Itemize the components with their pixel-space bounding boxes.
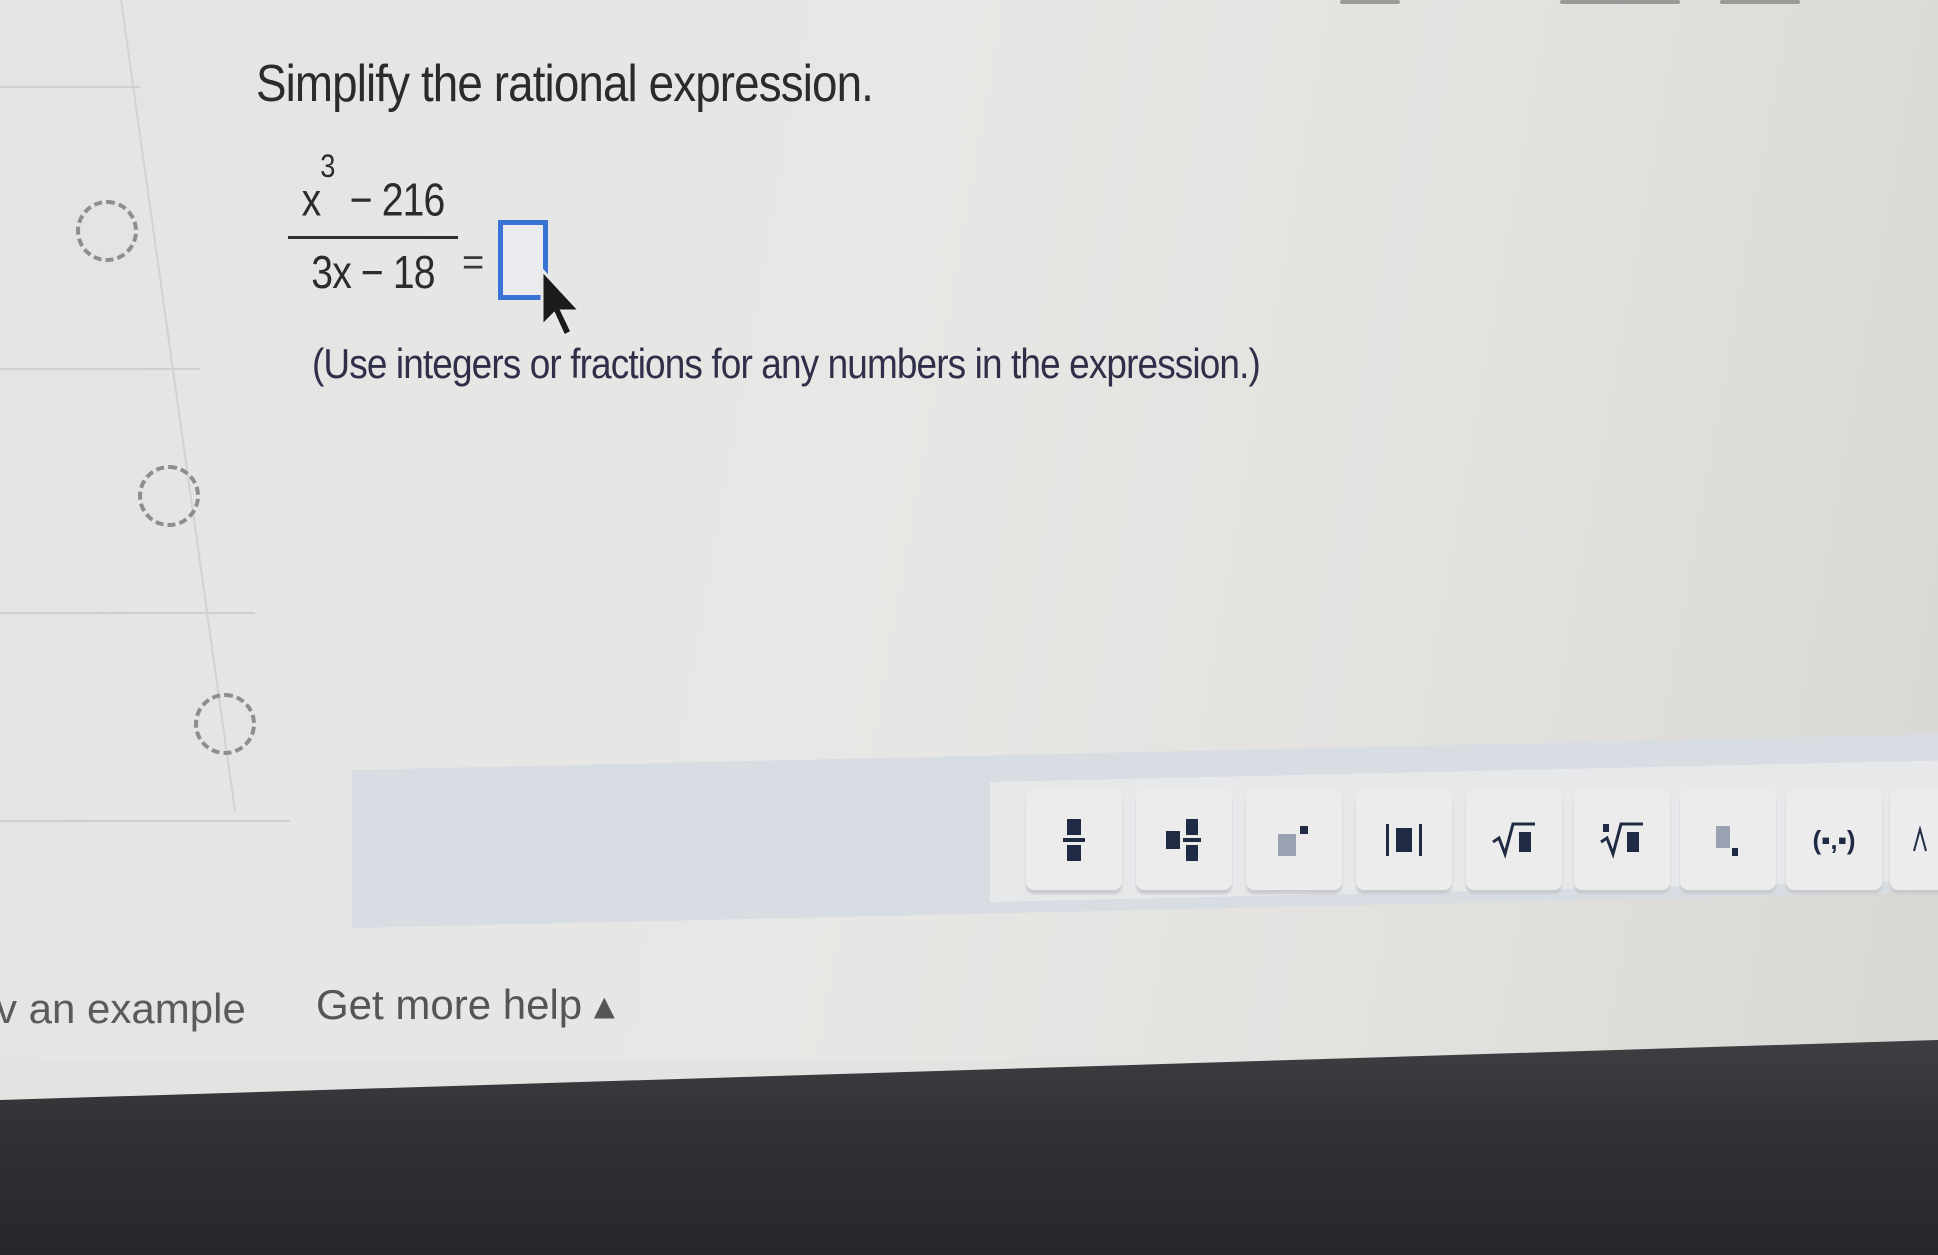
numerator: x3 − 216 [301,148,446,236]
question-status-icon[interactable] [76,200,138,262]
equals-sign: = [462,242,485,284]
nth-root-button[interactable] [1574,790,1670,890]
rail-divider [0,820,290,822]
question-rail-edge [120,0,237,813]
fraction-bar [288,236,458,239]
absolute-value-icon [1386,824,1422,856]
chevron-up-icon [1913,825,1927,852]
rational-expression: x3 − 216 3x − 18 [288,148,458,299]
numerator-base: x [301,173,322,226]
numerator-rest: − 216 [339,173,446,226]
square-root-button[interactable] [1466,790,1562,890]
subscript-button[interactable] [1680,790,1776,890]
mixed-number-button[interactable] [1136,790,1232,890]
subscript-icon [1716,826,1738,856]
more-tools-button[interactable] [1890,790,1938,890]
denominator: 3x − 18 [311,246,435,298]
screen: Simplify the rational expression. x3 − 2… [0,0,1938,1060]
nth-root-icon [1600,822,1643,859]
fraction-icon [1063,819,1085,861]
get-more-help-button[interactable]: Get more help ▴ [316,980,615,1029]
rail-divider [0,86,140,88]
question-status-icon[interactable] [138,465,200,527]
absolute-value-button[interactable] [1356,790,1452,890]
mixed-number-icon [1166,819,1201,861]
mouse-cursor-icon [540,268,584,339]
rail-divider [0,612,255,614]
ordered-pair-icon: (▪,▪) [1812,824,1856,855]
laptop-bezel [0,1040,1938,1255]
ordered-pair-button[interactable]: (▪,▪) [1786,790,1882,890]
rail-divider [0,368,200,370]
fraction-button[interactable] [1026,790,1122,890]
instruction-text: (Use integers or fractions for any numbe… [312,340,1261,387]
top-scrollbar [1200,0,1820,6]
question-status-icon[interactable] [194,693,256,755]
numerator-exponent: 3 [320,148,335,184]
square-root-icon [1492,822,1535,859]
question-title: Simplify the rational expression. [256,55,874,113]
exponent-button[interactable] [1246,790,1342,890]
view-example-link[interactable]: v an example [0,985,246,1033]
exponent-icon [1278,826,1308,856]
